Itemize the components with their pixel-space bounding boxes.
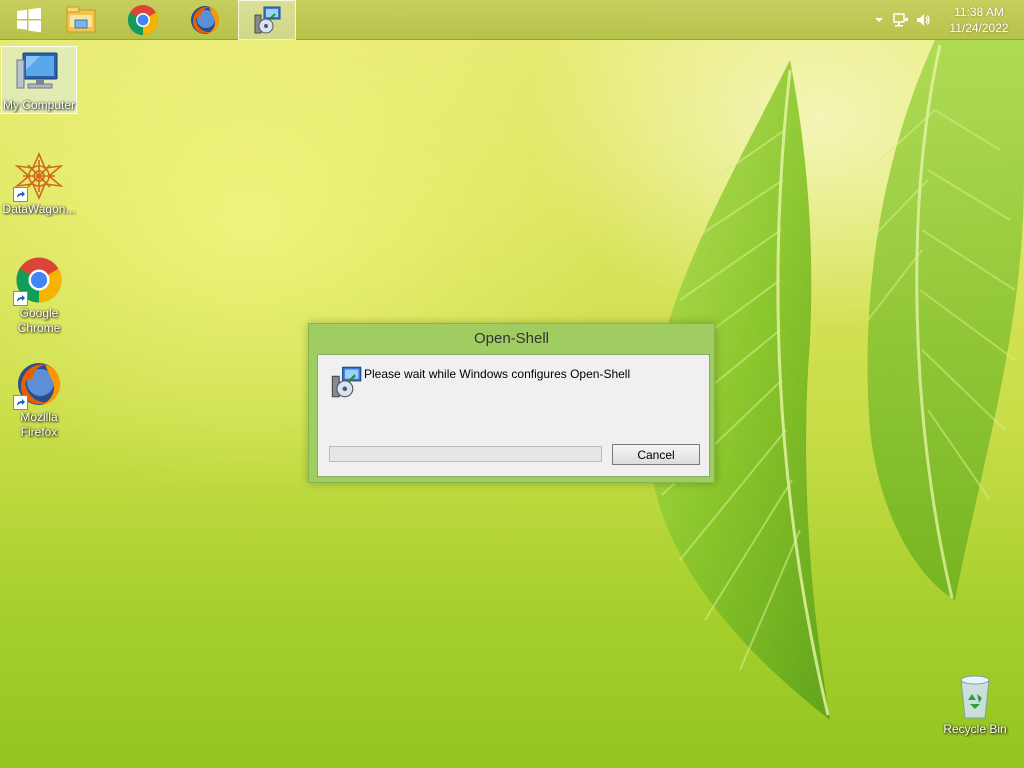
desktop-icon-recycle-bin[interactable]: Recycle Bin bbox=[937, 670, 1013, 737]
desktop-icon-google-chrome[interactable]: Google Chrome bbox=[1, 254, 77, 336]
dialog-message: Please wait while Windows configures Ope… bbox=[364, 367, 631, 381]
taskbar: 11:38 AM 11/24/2022 bbox=[0, 0, 1024, 40]
firefox-icon bbox=[191, 6, 220, 34]
computer-icon bbox=[16, 52, 58, 89]
taskbar-open-shell-setup[interactable] bbox=[238, 0, 296, 40]
taskbar-google-chrome[interactable] bbox=[114, 0, 172, 40]
desktop-icon-label: Recycle Bin bbox=[943, 722, 1007, 736]
desktop-icon-my-computer[interactable]: My Computer bbox=[1, 46, 77, 114]
desktop-icon-label: Google Chrome bbox=[17, 306, 61, 335]
desktop-icon-label: DataWagon... bbox=[2, 202, 76, 216]
installer-icon bbox=[254, 6, 281, 34]
show-hidden-icons-button[interactable] bbox=[868, 0, 890, 40]
start-button[interactable] bbox=[0, 0, 58, 40]
progress-bar bbox=[329, 446, 602, 462]
speaker-icon bbox=[917, 14, 930, 26]
shortcut-arrow-icon bbox=[13, 187, 28, 202]
installer-icon bbox=[331, 366, 362, 398]
shortcut-arrow-icon bbox=[13, 291, 28, 306]
taskbar-mozilla-firefox[interactable] bbox=[176, 0, 234, 40]
clock-time: 11:38 AM bbox=[954, 5, 1004, 19]
chrome-icon bbox=[127, 5, 159, 36]
system-tray: 11:38 AM 11/24/2022 bbox=[868, 0, 1024, 40]
folder-icon bbox=[66, 6, 96, 33]
desktop-icon-datawagon[interactable]: DataWagon... bbox=[1, 150, 77, 217]
shortcut-arrow-icon bbox=[13, 395, 28, 410]
network-button[interactable] bbox=[890, 0, 912, 40]
network-icon bbox=[893, 13, 908, 27]
clock[interactable]: 11:38 AM 11/24/2022 bbox=[940, 4, 1018, 36]
desktop-icon-label: My Computer bbox=[2, 98, 76, 113]
volume-button[interactable] bbox=[912, 0, 934, 40]
open-shell-dialog: Open-Shell Please wait while Windows con… bbox=[308, 323, 715, 483]
recycle-bin-icon bbox=[960, 675, 990, 719]
desktop-icon-mozilla-firefox[interactable]: Mozilla Firefox bbox=[1, 358, 77, 440]
taskbar-file-explorer[interactable] bbox=[52, 0, 110, 40]
chevron-up-icon bbox=[875, 18, 883, 22]
dialog-title: Open-Shell bbox=[473, 330, 550, 347]
dialog-body: Please wait while Windows configures Ope… bbox=[317, 354, 710, 477]
clock-date: 11/24/2022 bbox=[949, 21, 1009, 35]
windows-logo-icon bbox=[17, 7, 41, 33]
cancel-button[interactable]: Cancel bbox=[612, 444, 700, 465]
desktop-icon-label: Mozilla Firefox bbox=[20, 410, 58, 439]
